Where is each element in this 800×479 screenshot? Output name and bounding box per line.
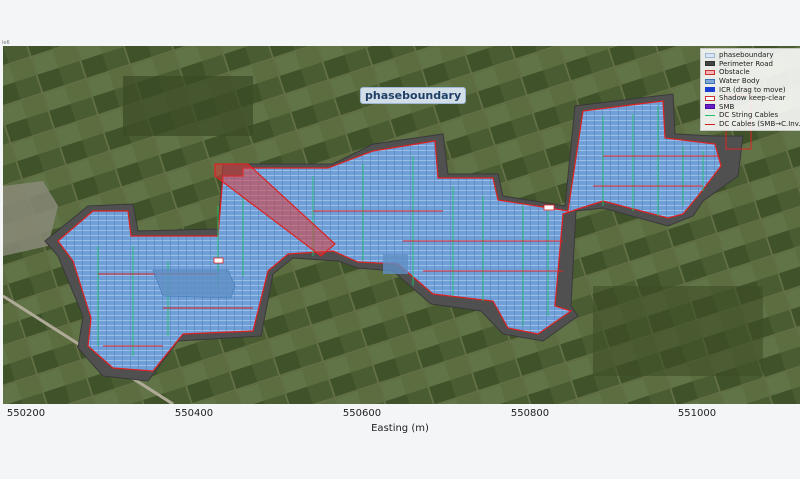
map-legend: phaseboundary Perimeter Road Obstacle Water… [700, 48, 800, 132]
x-tick-label: 550400 [174, 408, 214, 419]
axis-offset-mark: le6 [2, 40, 10, 46]
phase-boundary-label[interactable]: phaseboundary [360, 87, 467, 104]
dark-field-east [593, 286, 763, 376]
legend-swatch [705, 78, 715, 84]
x-axis-label: Easting (m) [371, 423, 429, 434]
legend-swatch [705, 104, 715, 110]
legend-item: SMB [703, 103, 800, 112]
legend-label: phaseboundary [719, 51, 774, 60]
dark-field-north [123, 76, 253, 136]
legend-item: DC Cables (SMB→C.Inv.) [703, 120, 800, 129]
legend-swatch [705, 52, 715, 58]
x-tick-label: 551000 [677, 408, 717, 419]
legend-item: ICR (drag to move) [703, 85, 800, 94]
legend-item: phaseboundary [703, 51, 800, 60]
x-tick-label: 550800 [510, 408, 550, 419]
icr-marker-2[interactable] [213, 257, 224, 264]
legend-item: Shadow keep-clear [703, 94, 800, 103]
legend-swatch [705, 95, 715, 101]
legend-swatch [705, 69, 715, 75]
legend-label: ICR (drag to move) [719, 85, 786, 94]
icr-marker[interactable] [543, 204, 555, 211]
legend-label: Shadow keep-clear [719, 94, 786, 103]
x-tick-label: 550200 [6, 408, 46, 419]
legend-item: Obstacle [703, 68, 800, 77]
legend-label: Obstacle [719, 68, 750, 77]
x-tick-label: 550600 [342, 408, 382, 419]
legend-swatch [705, 114, 715, 116]
legend-item: DC String Cables [703, 111, 800, 120]
legend-label: SMB [719, 102, 735, 111]
legend-swatch [705, 87, 715, 93]
legend-label: DC String Cables [719, 111, 779, 120]
legend-label: Perimeter Road [719, 59, 773, 68]
legend-item: Water Body [703, 77, 800, 86]
legend-item: Perimeter Road [703, 60, 800, 69]
legend-label: DC Cables (SMB→C.Inv.) [719, 120, 800, 129]
legend-label: Water Body [719, 77, 760, 86]
water-body [152, 269, 236, 299]
legend-swatch [705, 123, 715, 125]
water-body-small [383, 254, 408, 274]
legend-swatch [705, 61, 715, 67]
